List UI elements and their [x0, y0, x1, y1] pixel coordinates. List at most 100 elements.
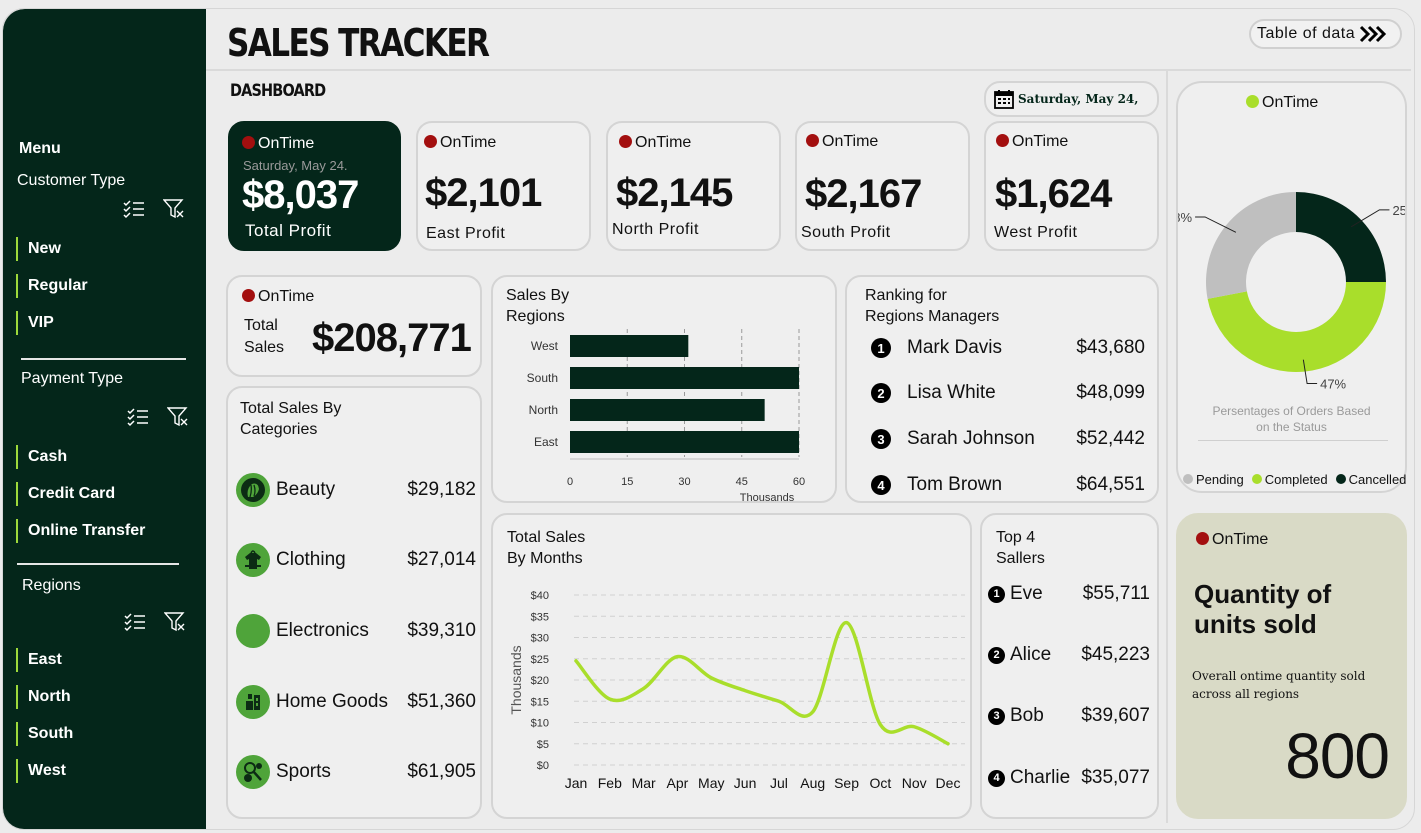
east-profit-value: $2,101 [425, 171, 542, 215]
filter-customer-regular[interactable]: Regular [16, 274, 88, 298]
status-label: OnTime [258, 135, 315, 152]
status-label: OnTime [635, 134, 692, 151]
sidebar-divider [21, 358, 186, 360]
ranking-row: 2 Lisa White $48,099 [871, 380, 1145, 406]
table-of-data-button[interactable]: Table of data [1249, 19, 1402, 49]
legend-dot-icon [1251, 474, 1262, 484]
legend-label: Cancelled [1348, 472, 1407, 487]
donut-caption-line1: Persentages of Orders Based [1212, 404, 1371, 418]
filter-region-west[interactable]: West [16, 759, 66, 783]
y-category-label: North [529, 403, 558, 417]
filter-region-south[interactable]: South [16, 722, 73, 746]
x-tick-label: 45 [736, 476, 748, 488]
filter-region-north[interactable]: North [16, 685, 71, 709]
x-tick-label: Jun [734, 775, 757, 791]
quantity-desc-line2: across all regions [1192, 687, 1300, 701]
clothing-icon [236, 543, 270, 577]
status-label: OnTime [440, 134, 497, 151]
y-tick-label: $35 [531, 611, 549, 623]
x-tick-label: 0 [567, 476, 573, 488]
donut-caption: Persentages of Orders Based on the Statu… [1178, 403, 1405, 435]
status-label: OnTime [822, 133, 879, 150]
quantity-title: Quantity of units sold [1194, 579, 1331, 639]
seller-sales: $35,077 [1081, 767, 1150, 788]
filter-customer-new[interactable]: New [16, 237, 61, 261]
x-tick-label: May [698, 775, 724, 791]
filter-payment-credit-card[interactable]: Credit Card [16, 482, 115, 506]
order-status-card: OnTime 25%47%28% Persentages of Orders B… [1176, 81, 1407, 493]
manager-sales: $48,099 [1076, 382, 1145, 403]
y-category-label: West [531, 339, 559, 353]
category-value: $27,014 [407, 549, 476, 570]
quantity-title-line2: units sold [1194, 609, 1317, 639]
category-value: $51,360 [407, 691, 476, 712]
legend-item: Completed [1251, 472, 1328, 487]
filter-payment-cash[interactable]: Cash [16, 445, 67, 469]
chevrons-right-icon [1360, 25, 1387, 43]
x-tick-label: Feb [598, 775, 622, 791]
legend-item: Cancelled [1335, 472, 1407, 487]
status-indicator: OnTime [996, 133, 1068, 151]
donut-slice [1207, 282, 1386, 373]
top-sellers-card: Top 4 Sallers 1 Eve $55,711 2 Alice $45,… [980, 513, 1159, 819]
filter-region-east[interactable]: East [16, 648, 62, 672]
sidebar-divider [17, 563, 179, 565]
status-indicator: OnTime [242, 135, 314, 153]
sidebar: Menu Customer Type New Regular VIP Payme… [3, 9, 206, 829]
seller-sales: $39,607 [1081, 705, 1150, 726]
ranking-title-line2: Regions Managers [865, 308, 1000, 325]
quantity-card: OnTime Quantity of units sold Overall on… [1176, 513, 1407, 819]
seller-name: Alice [1010, 644, 1052, 665]
ranking-title: Ranking for Regions Managers [865, 285, 999, 327]
x-tick-label: Sep [834, 775, 859, 791]
multi-select-icon[interactable] [121, 198, 147, 220]
clear-filter-icon[interactable] [162, 611, 188, 633]
status-label: OnTime [258, 288, 315, 305]
x-unit-label: Thousands [740, 492, 795, 501]
total-profit-label: Total Profit [245, 221, 332, 240]
quantity-description: Overall ontime quantity sold across all … [1192, 667, 1365, 703]
category-value: $29,182 [407, 479, 476, 500]
x-tick-label: Apr [667, 775, 689, 791]
x-tick-label: 30 [678, 476, 690, 488]
multi-select-icon[interactable] [125, 406, 151, 428]
sellers-title-line2: Sallers [996, 550, 1045, 567]
manager-name: Mark Davis [907, 337, 1003, 358]
total-sales-label-line1: Total [244, 317, 278, 334]
categories-title-line1: Total Sales By [240, 400, 342, 417]
y-category-label: East [534, 435, 559, 449]
north-profit-value: $2,145 [616, 171, 733, 215]
clear-filter-icon[interactable] [161, 198, 187, 220]
category-row: Sports $61,905 [236, 754, 476, 790]
slice-label: 25% [1392, 203, 1405, 218]
x-tick-label: Jan [565, 775, 588, 791]
sellers-title-line1: Top 4 [996, 529, 1036, 546]
category-row: Home Goods $51,360 [236, 684, 476, 720]
sales-by-regions-card: Sales By Regions 0 15 30 45 60 West South North… [491, 275, 837, 503]
header-divider [206, 69, 1411, 71]
date-picker[interactable]: Saturday, May 24, [984, 81, 1159, 117]
quantity-desc-line1: Overall ontime quantity sold [1192, 669, 1366, 683]
x-tick-label: Mar [632, 775, 656, 791]
order-status-donut: 25% 47% 28% [1178, 192, 1405, 392]
category-row: Clothing $27,014 [236, 542, 476, 578]
total-sales-value: $208,771 [312, 316, 472, 360]
slice-label: 47% [1320, 377, 1346, 392]
manager-name: Tom Brown [907, 474, 1003, 495]
rank-badge: 2 [871, 383, 891, 403]
multi-select-icon[interactable] [122, 611, 148, 633]
status-indicator: OnTime [619, 134, 691, 152]
status-label: OnTime [1012, 133, 1069, 150]
ranking-row: 3 Sarah Johnson $52,442 [871, 426, 1145, 452]
filter-customer-vip[interactable]: VIP [16, 311, 54, 335]
rank-badge: 1 [871, 338, 891, 358]
west-profit-value: $1,624 [995, 172, 1112, 216]
regions-title: Regions [22, 577, 81, 594]
seller-row: 2 Alice $45,223 [988, 642, 1156, 668]
x-tick-label: Aug [800, 775, 825, 791]
sales-by-months-chart: $0 $5 $10 $15 $20 $25 $30 $35 $40 Thousands Jan Feb… [508, 590, 965, 791]
filter-payment-online-transfer[interactable]: Online Transfer [16, 519, 145, 543]
west-profit-label: West Profit [994, 224, 1078, 241]
donut-divider [1198, 440, 1388, 441]
clear-filter-icon[interactable] [165, 406, 191, 428]
